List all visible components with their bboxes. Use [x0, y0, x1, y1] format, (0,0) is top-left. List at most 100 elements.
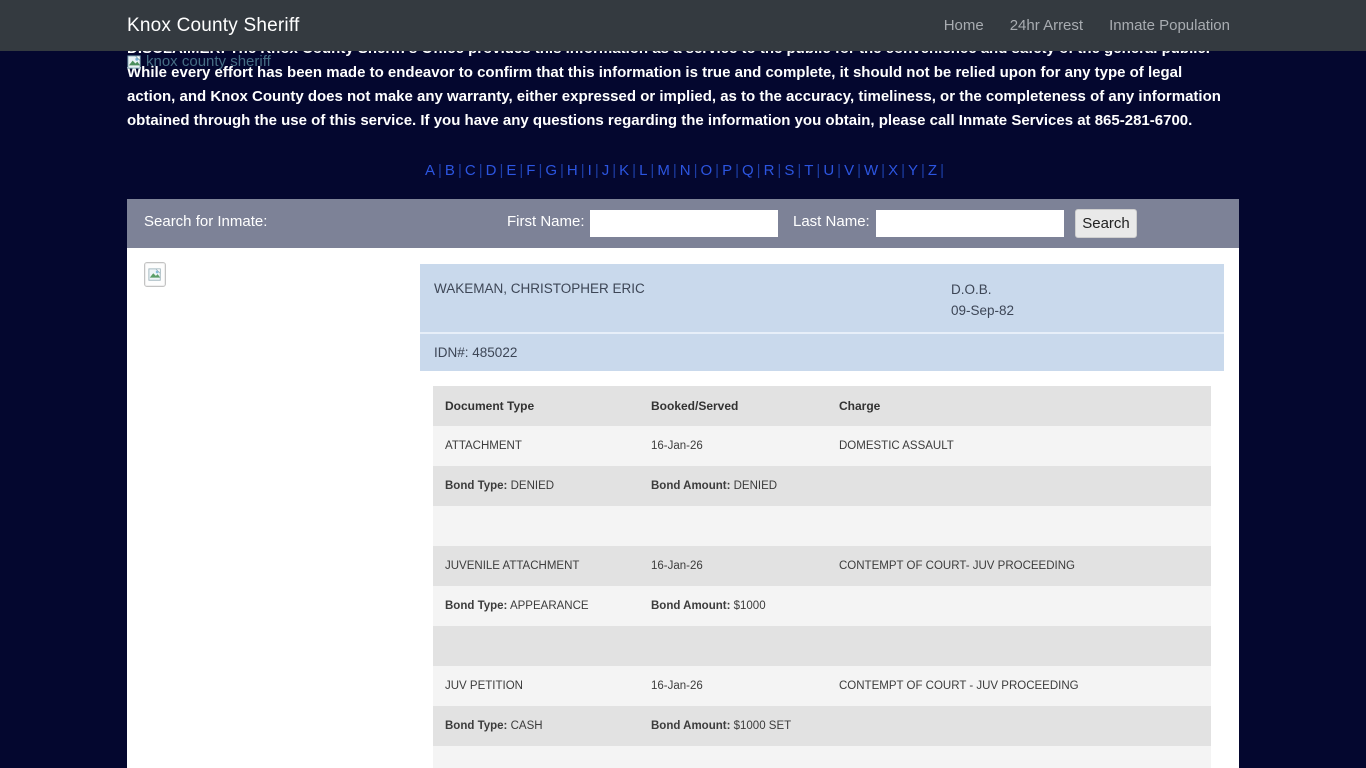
booked-served-value: 16-Jan-26: [651, 440, 703, 452]
search-button[interactable]: Search: [1075, 209, 1137, 238]
disclaimer-text: DISCLAIMER: The Knox County Sheriff's Of…: [127, 40, 1221, 129]
letter-separator: |: [580, 162, 585, 179]
document-row: JUV PETITION 16-Jan-26 CONTEMPT OF COURT -…: [433, 666, 1211, 706]
letter-separator: |: [940, 162, 944, 179]
document-type-value: ATTACHMENT: [445, 440, 522, 452]
letter-link-M[interactable]: M: [657, 162, 670, 179]
letter-link-D[interactable]: D: [486, 162, 497, 179]
document-type-value: JUVENILE ATTACHMENT: [445, 560, 579, 572]
bond-amount-value: $1000 SET: [730, 720, 792, 732]
letter-link-B[interactable]: B: [445, 162, 455, 179]
inmate-dob-block: D.O.B. 09-Sep-82: [951, 279, 1014, 321]
letter-link-P[interactable]: P: [722, 162, 732, 179]
letter-link-H[interactable]: H: [567, 162, 578, 179]
charge-value: CONTEMPT OF COURT- JUV PROCEEDING: [839, 560, 1075, 572]
bond-row: Bond Type: CASH Bond Amount: $1000 SET: [433, 706, 1211, 746]
letter-separator: |: [816, 162, 821, 179]
column-header-booked-served: Booked/Served: [651, 399, 739, 413]
letter-separator: |: [538, 162, 543, 179]
letter-separator: |: [797, 162, 802, 179]
brand-title[interactable]: Knox County Sheriff: [127, 15, 299, 37]
booked-served-text: 16-Jan-26: [651, 560, 703, 572]
letter-separator: |: [612, 162, 617, 179]
column-header-charge: Charge: [839, 399, 881, 413]
bond-type-value: DENIED: [507, 480, 555, 492]
bond-row: Bond Type: APPEARANCE Bond Amount: $1000: [433, 586, 1211, 626]
letter-link-I[interactable]: I: [588, 162, 592, 179]
letter-separator: |: [837, 162, 842, 179]
nav-item-24hr-arrest[interactable]: 24hr Arrest: [1010, 17, 1083, 34]
bond-type-value: CASH: [507, 720, 543, 732]
inmate-record-card: WAKEMAN, CHRISTOPHER ERIC D.O.B. 09-Sep-…: [420, 264, 1224, 371]
letter-link-S[interactable]: S: [784, 162, 794, 179]
dob-label: D.O.B.: [951, 282, 992, 297]
letter-link-K[interactable]: K: [619, 162, 629, 179]
letter-link-Z[interactable]: Z: [928, 162, 937, 179]
nav-links: Home 24hr Arrest Inmate Population: [944, 17, 1230, 34]
document-row: JUVENILE ATTACHMENT 16-Jan-26 CONTEMPT OF …: [433, 546, 1211, 586]
last-name-input[interactable]: [876, 210, 1064, 237]
table-filler: [433, 746, 1211, 768]
letter-separator: |: [735, 162, 739, 179]
inmate-header-row: WAKEMAN, CHRISTOPHER ERIC D.O.B. 09-Sep-…: [420, 264, 1224, 332]
letter-link-U[interactable]: U: [823, 162, 834, 179]
bond-type-label: Bond Type:: [445, 600, 508, 612]
charge-text: DOMESTIC ASSAULT: [839, 440, 954, 452]
dob-value: 09-Sep-82: [951, 303, 1015, 318]
letter-link-C[interactable]: C: [465, 162, 476, 179]
bond-type-cell: Bond Type: CASH: [445, 720, 543, 732]
booked-served-value: 16-Jan-26: [651, 560, 703, 572]
letter-link-W[interactable]: W: [864, 162, 878, 179]
letter-separator: |: [499, 162, 504, 179]
booked-served-text: 16-Jan-26: [651, 440, 703, 452]
letter-link-A[interactable]: A: [425, 162, 435, 179]
letter-separator: |: [881, 162, 886, 179]
letter-separator: |: [560, 162, 564, 179]
letter-link-N[interactable]: N: [680, 162, 691, 179]
bond-amount-cell: Bond Amount: $1000: [651, 600, 766, 612]
table-header-row: Document Type Booked/Served Charge: [433, 386, 1211, 426]
letter-separator: |: [672, 162, 677, 179]
nav-item-inmate-population[interactable]: Inmate Population: [1109, 17, 1230, 34]
letter-separator: |: [519, 162, 524, 179]
letter-link-J[interactable]: J: [602, 162, 610, 179]
bond-amount-cell: Bond Amount: DENIED: [651, 480, 777, 492]
letter-link-Y[interactable]: Y: [908, 162, 918, 179]
charge-text: CONTEMPT OF COURT - JUV PROCEEDING: [839, 680, 1079, 692]
letter-separator: |: [777, 162, 782, 179]
letter-link-E[interactable]: E: [506, 162, 516, 179]
letter-link-X[interactable]: X: [888, 162, 898, 179]
letter-link-V[interactable]: V: [844, 162, 854, 179]
letter-link-Q[interactable]: Q: [742, 162, 754, 179]
nav-item-home[interactable]: Home: [944, 17, 984, 34]
charge-text: CONTEMPT OF COURT- JUV PROCEEDING: [839, 560, 1075, 572]
document-row: ATTACHMENT 16-Jan-26 DOMESTIC ASSAULT: [433, 426, 1211, 466]
letter-link-F[interactable]: F: [526, 162, 535, 179]
document-type-text: JUVENILE ATTACHMENT: [445, 560, 580, 572]
idn-value: 485022: [472, 345, 518, 360]
top-navbar: Knox County Sheriff Home 24hr Arrest Inm…: [0, 0, 1366, 51]
first-name-input[interactable]: [590, 210, 778, 237]
letter-link-O[interactable]: O: [700, 162, 712, 179]
page: { "navbar": { "brand": "Knox County Sher…: [0, 0, 1366, 768]
letter-separator: |: [457, 162, 462, 179]
records-table: Document Type Booked/Served Charge ATTAC…: [433, 386, 1211, 768]
bond-type-value: APPEARANCE: [507, 600, 589, 612]
letter-link-L[interactable]: L: [639, 162, 647, 179]
inmate-name: WAKEMAN, CHRISTOPHER ERIC: [434, 281, 645, 296]
booked-served-value: 16-Jan-26: [651, 680, 703, 692]
letter-link-R[interactable]: R: [764, 162, 775, 179]
first-name-label: First Name:: [507, 213, 585, 230]
spacer-row: [433, 626, 1211, 666]
bond-amount-label: Bond Amount:: [651, 720, 731, 732]
broken-image-icon: [148, 267, 161, 281]
bond-type-cell: Bond Type: DENIED: [445, 480, 554, 492]
letter-link-T[interactable]: T: [804, 162, 813, 179]
inmate-idn-row: IDN#: 485022: [420, 334, 1224, 371]
column-header-document-type: Document Type: [445, 399, 535, 413]
letter-separator: |: [901, 162, 905, 179]
letter-link-G[interactable]: G: [545, 162, 557, 179]
charge-value: DOMESTIC ASSAULT: [839, 440, 954, 452]
bond-amount-label: Bond Amount:: [651, 480, 731, 492]
letter-separator: |: [594, 162, 599, 179]
